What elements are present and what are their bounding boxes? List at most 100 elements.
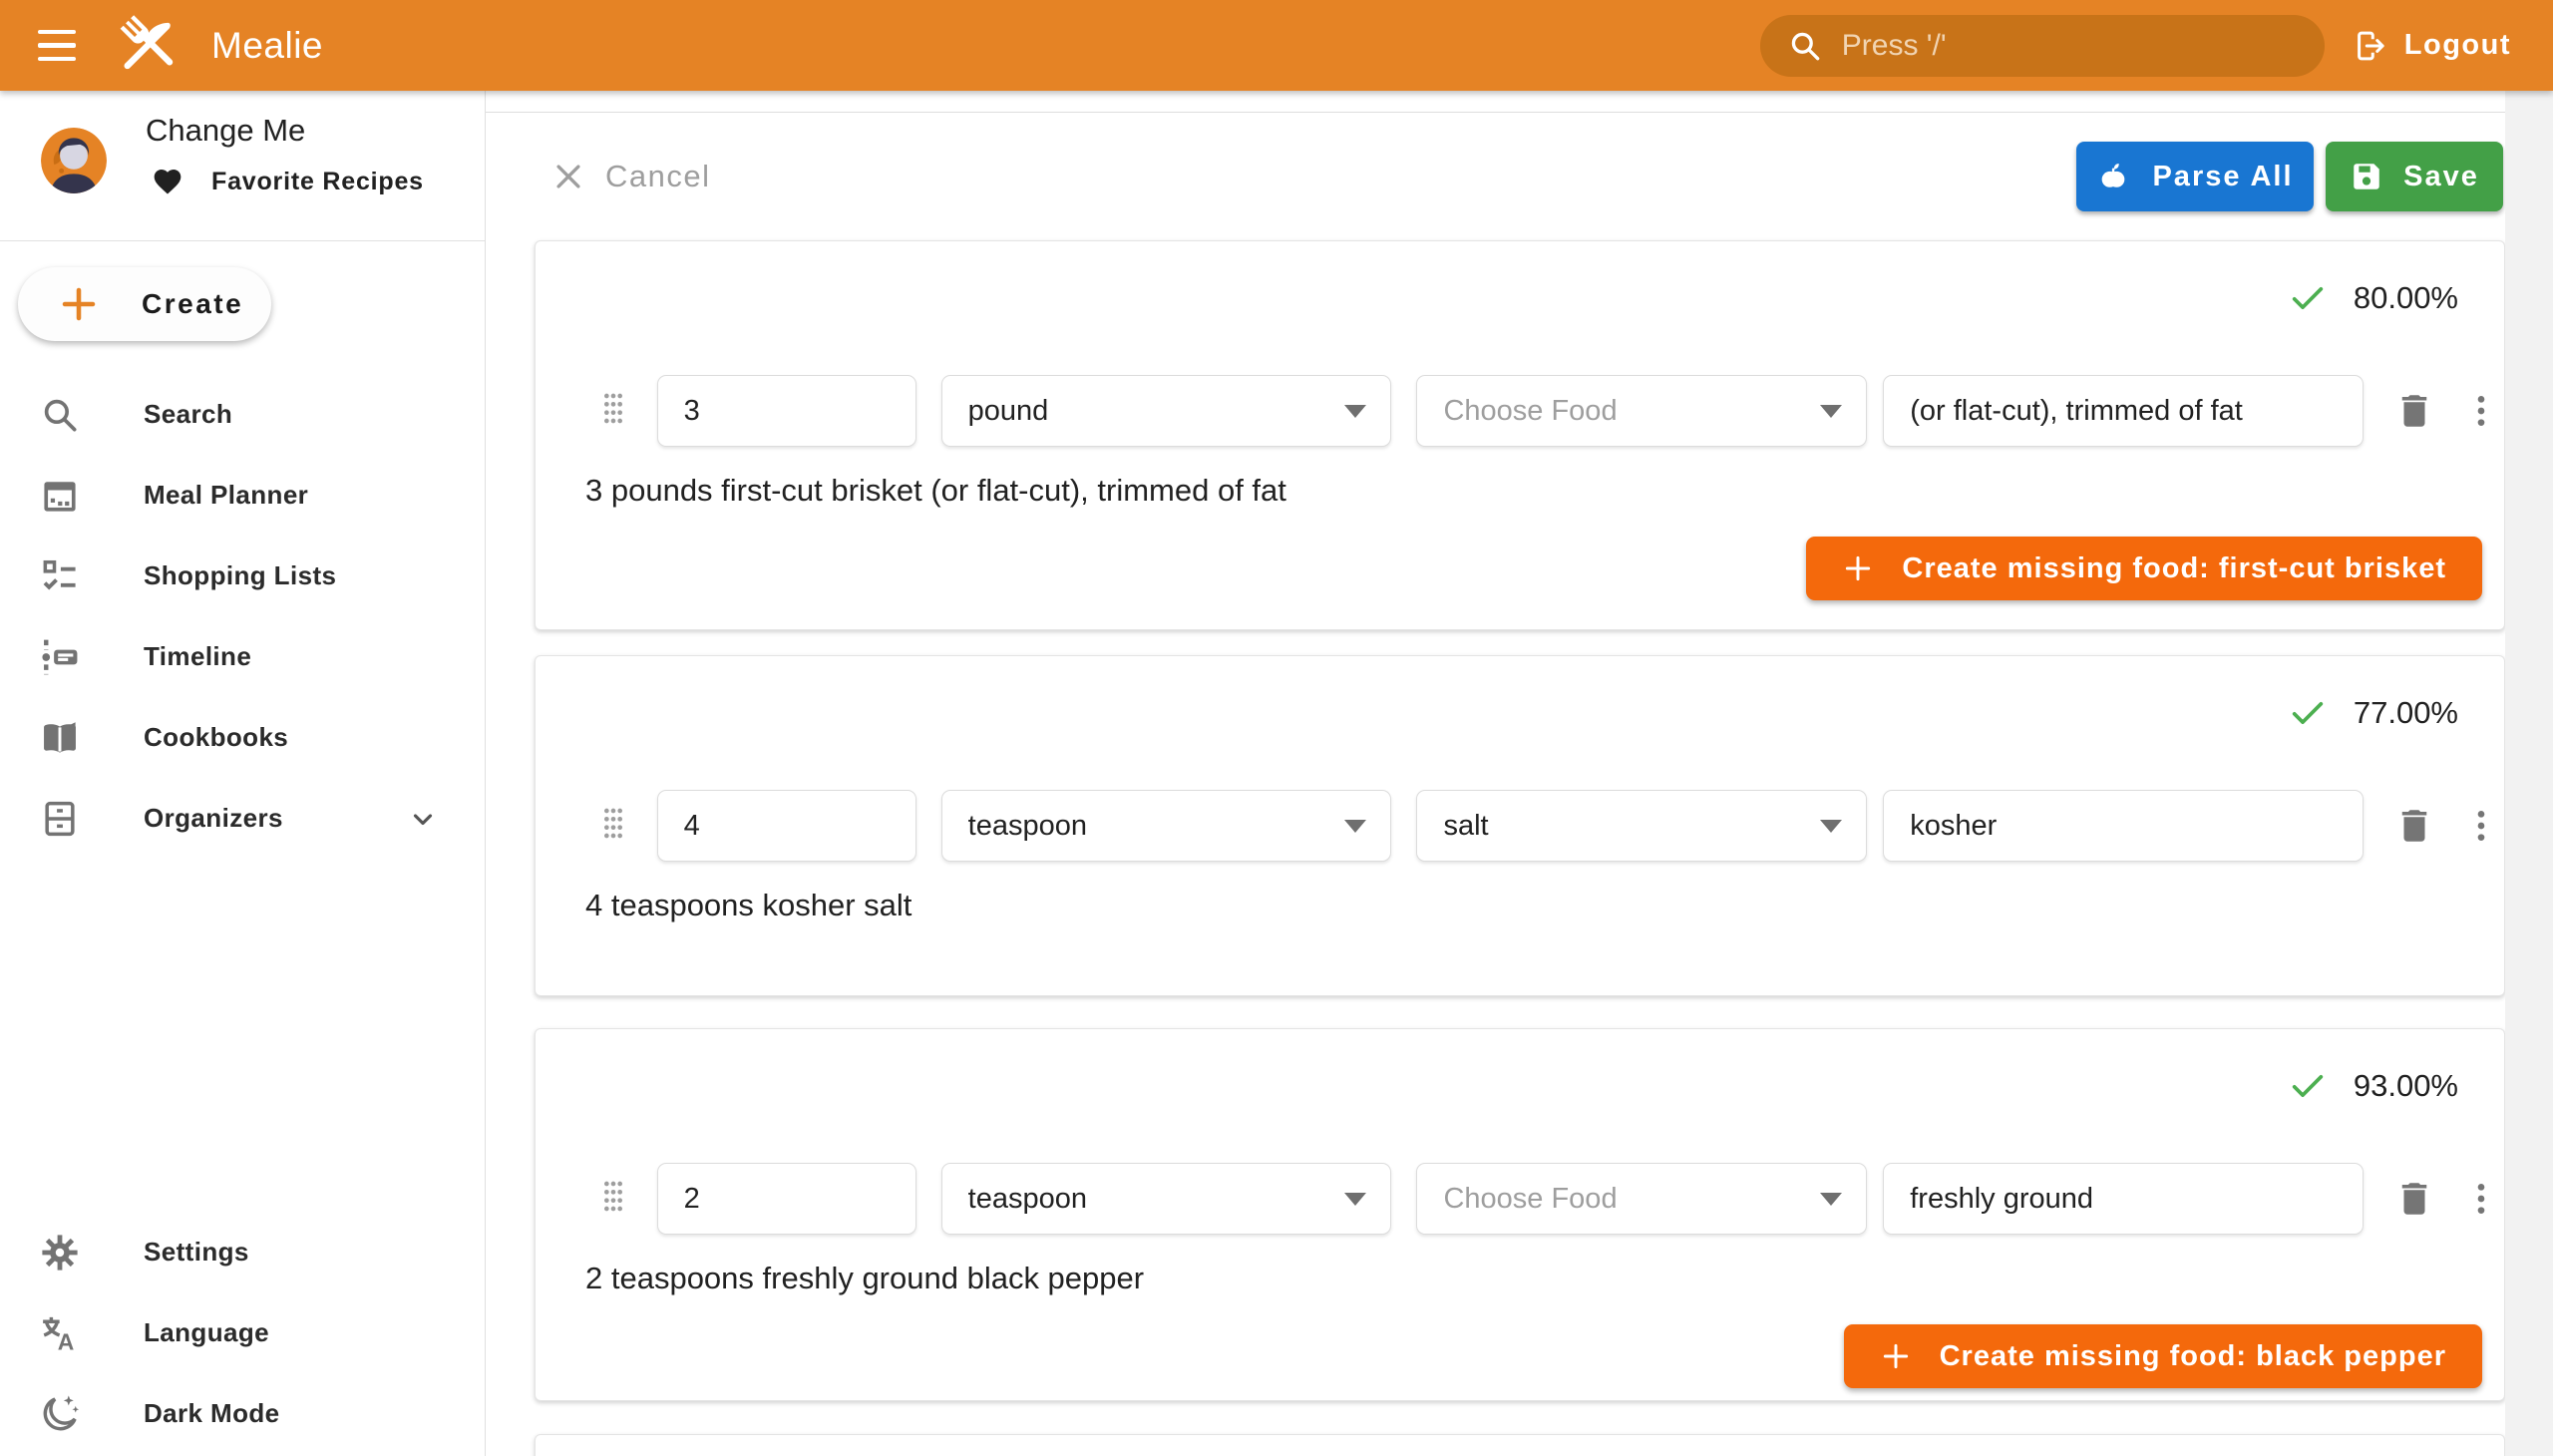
confidence-indicator: 80.00%	[2288, 277, 2458, 319]
favorite-recipes-label: Favorite Recipes	[211, 168, 424, 196]
timeline-icon	[38, 635, 82, 679]
user-name: Change Me	[146, 113, 305, 149]
sidebar: Change Me Favorite Recipes Create Search	[0, 91, 486, 1456]
confidence-value: 77.00%	[2354, 695, 2458, 731]
sidebar-footer: Settings A Language Dark Mode	[0, 1212, 485, 1454]
create-missing-food-button[interactable]: Create missing food: first-cut brisket	[1806, 537, 2482, 600]
original-ingredient-text: 4 teaspoons kosher salt	[585, 888, 2504, 923]
ingredient-list: 80.00% pound Choose Food	[535, 240, 2505, 1456]
confidence-indicator: 93.00%	[2288, 1065, 2458, 1107]
plus-icon	[1842, 552, 1874, 584]
save-button[interactable]: Save	[2326, 142, 2503, 211]
unit-select[interactable]: teaspoon	[941, 790, 1392, 862]
confidence-indicator: 77.00%	[2288, 692, 2458, 734]
open-book-icon	[38, 716, 82, 760]
apple-icon	[2096, 160, 2130, 193]
cancel-label: Cancel	[605, 159, 711, 194]
confidence-value: 80.00%	[2354, 280, 2458, 316]
scrollbar-gutter[interactable]	[2505, 91, 2553, 1456]
favorite-recipes-link[interactable]: Favorite Recipes	[152, 166, 424, 197]
ingredient-card: 80.00% pound Choose Food	[535, 240, 2505, 630]
plus-icon	[58, 283, 100, 325]
create-label: Create	[142, 288, 243, 320]
sidebar-item-search[interactable]: Search	[0, 374, 485, 455]
delete-ingredient-button[interactable]	[2387, 799, 2441, 853]
calendar-icon	[38, 474, 82, 518]
original-ingredient-text: 2 teaspoons freshly ground black pepper	[585, 1261, 2504, 1296]
ingredient-fields-row: teaspoon Choose Food	[536, 1163, 2504, 1235]
note-input[interactable]	[1883, 375, 2364, 447]
parse-all-button[interactable]: Parse All	[2076, 142, 2314, 211]
sidebar-item-shopping-lists[interactable]: Shopping Lists	[0, 536, 485, 616]
drag-handle-icon[interactable]	[593, 798, 637, 854]
drag-handle-icon[interactable]	[593, 1171, 637, 1227]
create-missing-food-button[interactable]: Create missing food: black pepper	[1844, 1324, 2482, 1388]
delete-ingredient-button[interactable]	[2387, 1172, 2441, 1226]
sidebar-item-organizers[interactable]: Organizers	[0, 778, 485, 859]
search-icon	[1786, 27, 1824, 65]
row-menu-button[interactable]	[2458, 384, 2504, 438]
caret-down-icon	[1820, 1193, 1842, 1206]
unit-select[interactable]: pound	[941, 375, 1392, 447]
sidebar-nav: Search Meal Planner Shopping Lists	[0, 374, 485, 859]
kebab-menu-icon	[2461, 391, 2501, 431]
logout-button[interactable]: Logout	[2353, 28, 2511, 64]
parse-all-label: Parse All	[2152, 161, 2293, 193]
floppy-disk-icon	[2350, 160, 2383, 193]
sidebar-item-timeline[interactable]: Timeline	[0, 616, 485, 697]
app-header: Mealie Logout	[0, 0, 2553, 91]
delete-ingredient-button[interactable]	[2387, 384, 2441, 438]
logout-icon	[2353, 28, 2388, 64]
avatar[interactable]	[41, 128, 107, 193]
create-button[interactable]: Create	[18, 267, 271, 341]
ingredient-fields-row: pound Choose Food	[536, 375, 2504, 447]
check-icon	[2288, 693, 2328, 733]
chevron-down-icon[interactable]	[405, 801, 441, 837]
ingredient-card: 93.00% teaspoon Choose Food	[535, 1028, 2505, 1401]
sidebar-item-language[interactable]: A Language	[0, 1292, 485, 1373]
sidebar-item-dark-mode[interactable]: Dark Mode	[0, 1373, 485, 1454]
logout-label: Logout	[2404, 29, 2511, 62]
global-search[interactable]	[1760, 15, 2325, 77]
sidebar-item-meal-planner[interactable]: Meal Planner	[0, 455, 485, 536]
original-ingredient-text: 3 pounds first-cut brisket (or flat-cut)…	[585, 473, 2504, 509]
crossed-fork-knife-icon	[110, 9, 183, 83]
gear-icon	[38, 1231, 82, 1274]
main-content: Cancel Parse All Save	[486, 91, 2505, 1456]
cancel-button[interactable]: Cancel	[551, 159, 711, 194]
close-x-icon	[551, 160, 585, 193]
caret-down-icon	[1820, 405, 1842, 418]
caret-down-icon	[1344, 1193, 1366, 1206]
app-title: Mealie	[211, 25, 323, 67]
caret-down-icon	[1820, 820, 1842, 833]
sidebar-item-settings[interactable]: Settings	[0, 1212, 485, 1292]
ingredient-card: 77.00% teaspoon salt	[535, 655, 2505, 996]
hamburger-menu-icon[interactable]	[22, 11, 92, 81]
search-input[interactable]	[1842, 29, 2299, 63]
note-input[interactable]	[1883, 790, 2364, 862]
user-block: Change Me Favorite Recipes	[0, 91, 485, 240]
moon-icon	[38, 1392, 82, 1436]
quantity-input[interactable]	[657, 790, 916, 862]
drag-handle-icon[interactable]	[593, 383, 637, 439]
note-input[interactable]	[1883, 1163, 2364, 1235]
trash-icon	[2393, 390, 2435, 432]
caret-down-icon	[1344, 405, 1366, 418]
check-icon	[2288, 1066, 2328, 1106]
sidebar-item-cookbooks[interactable]: Cookbooks	[0, 697, 485, 778]
parser-toolbar: Cancel Parse All Save	[486, 113, 2505, 240]
quantity-input[interactable]	[657, 1163, 916, 1235]
heart-icon	[152, 166, 183, 197]
food-select[interactable]: Choose Food	[1416, 375, 1867, 447]
trash-icon	[2393, 1178, 2435, 1220]
food-select[interactable]: Choose Food	[1416, 1163, 1867, 1235]
caret-down-icon	[1344, 820, 1366, 833]
drawer-icon	[38, 797, 82, 841]
translate-icon: A	[38, 1311, 82, 1355]
quantity-input[interactable]	[657, 375, 916, 447]
unit-select[interactable]: teaspoon	[941, 1163, 1392, 1235]
food-select[interactable]: salt	[1416, 790, 1867, 862]
trash-icon	[2393, 805, 2435, 847]
row-menu-button[interactable]	[2458, 1172, 2504, 1226]
row-menu-button[interactable]	[2458, 799, 2504, 853]
